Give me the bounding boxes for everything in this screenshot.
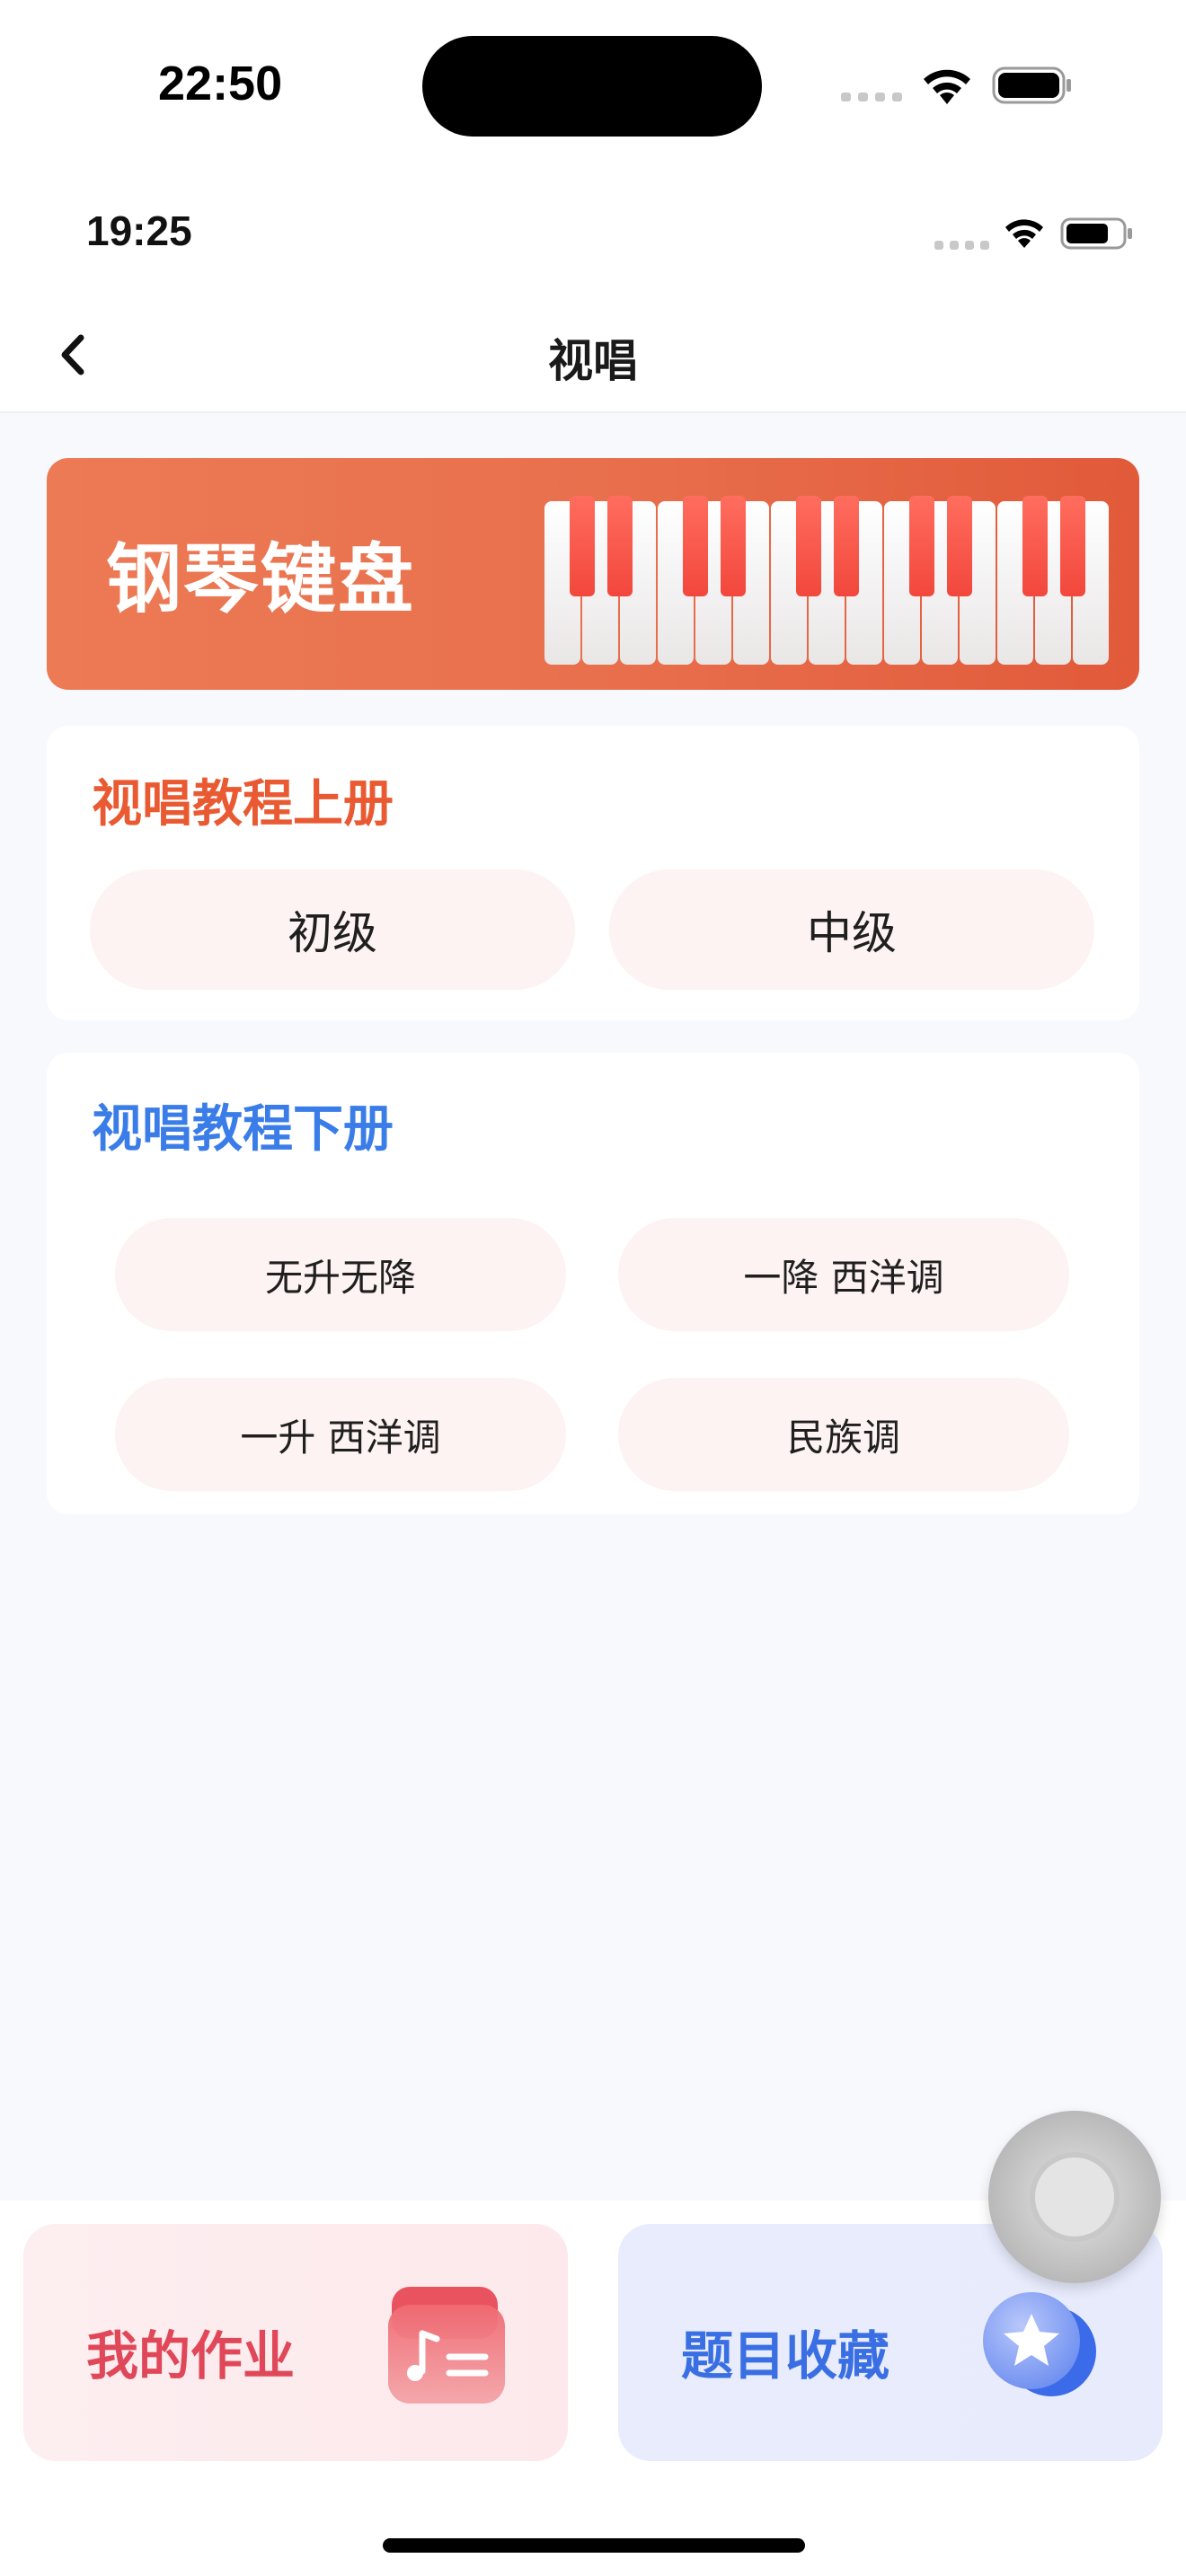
dynamic-island [422, 36, 762, 137]
piano-keyboard-banner[interactable]: 钢琴键盘 [47, 458, 1139, 690]
level-beginner-button[interactable]: 初级 [90, 869, 575, 990]
bottom-action-bar: 我的作业 题目收藏 [0, 2201, 1186, 2576]
app-status-time: 19:25 [86, 207, 192, 254]
lower-book-card: 视唱教程下册 无升无降 一降 西洋调 一升 西洋调 民族调 [47, 1053, 1139, 1514]
assistive-touch-button[interactable] [988, 2111, 1161, 2283]
lower-book-title: 视唱教程下册 [92, 1100, 394, 1159]
key-no-accidentals-button[interactable]: 无升无降 [115, 1218, 566, 1331]
level-intermediate-button[interactable]: 中级 [609, 869, 1094, 990]
key-one-flat-button[interactable]: 一降 西洋调 [618, 1218, 1069, 1331]
navigation-bar: 视唱 [0, 296, 1186, 413]
music-note-list-icon [388, 2287, 505, 2404]
assistive-touch-inner [1030, 2152, 1120, 2242]
home-indicator[interactable] [383, 2538, 805, 2553]
system-time: 22:50 [158, 57, 283, 110]
banner-title: 钢琴键盘 [106, 535, 416, 623]
key-one-sharp-button[interactable]: 一升 西洋调 [115, 1378, 566, 1491]
upper-book-card: 视唱教程上册 初级 中级 [47, 726, 1139, 1020]
wifi-icon [1005, 219, 1043, 248]
system-status-bar: 22:50 [0, 0, 1186, 180]
battery-icon [992, 66, 1071, 104]
battery-icon [1060, 217, 1132, 250]
app-status-bar: 19:25 [0, 180, 1186, 296]
my-homework-label: 我的作业 [86, 2325, 296, 2386]
app-page: 22:50 19:25 视唱 钢琴键盘 视唱教程上册 初级 中级 视唱教程下册 … [0, 0, 1186, 2576]
page-title: 视唱 [548, 335, 638, 387]
key-folk-mode-button[interactable]: 民族调 [618, 1378, 1069, 1491]
wifi-icon [924, 69, 970, 104]
cellular-signal-icon [841, 93, 902, 101]
piano-keys-illustration [544, 496, 1109, 665]
star-icon [983, 2292, 1096, 2396]
cellular-signal-icon [934, 241, 989, 250]
my-homework-button[interactable]: 我的作业 [23, 2224, 568, 2461]
question-favorites-label: 题目收藏 [681, 2325, 890, 2386]
upper-book-title: 视唱教程上册 [92, 775, 394, 834]
